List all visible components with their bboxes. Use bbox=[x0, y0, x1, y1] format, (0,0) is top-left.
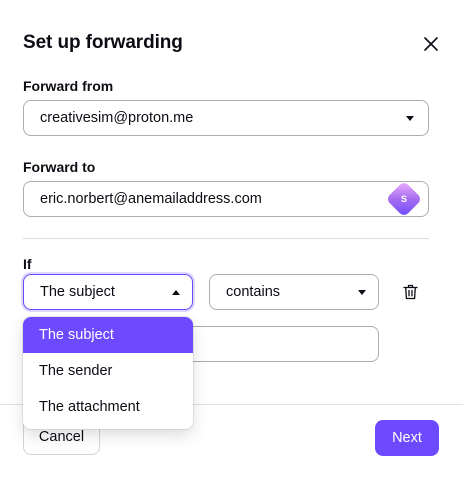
condition-operator-select[interactable]: contains bbox=[209, 274, 379, 310]
close-icon bbox=[424, 37, 438, 51]
forward-from-label: Forward from bbox=[23, 78, 114, 94]
forward-from-select[interactable]: creativesim@proton.me bbox=[23, 100, 429, 136]
dialog-title: Set up forwarding bbox=[23, 32, 183, 53]
chevron-down-icon bbox=[358, 289, 366, 295]
condition-field-dropdown: The subject The sender The attachment bbox=[23, 317, 193, 429]
chevron-down-icon bbox=[406, 115, 414, 121]
delete-condition-button[interactable] bbox=[401, 283, 419, 301]
section-divider bbox=[23, 238, 429, 239]
forward-to-label: Forward to bbox=[23, 159, 96, 175]
simplelogin-icon[interactable]: S bbox=[385, 180, 423, 218]
dropdown-option-subject[interactable]: The subject bbox=[23, 317, 193, 353]
close-button[interactable] bbox=[420, 33, 442, 55]
trash-icon bbox=[402, 284, 418, 300]
forward-from-value: creativesim@proton.me bbox=[40, 110, 194, 126]
simplelogin-letter: S bbox=[400, 193, 408, 204]
condition-field-select[interactable]: The subject bbox=[23, 274, 193, 310]
chevron-up-icon bbox=[172, 289, 180, 295]
condition-field-value: The subject bbox=[40, 284, 115, 300]
forward-to-value: eric.norbert@anemailaddress.com bbox=[40, 191, 262, 207]
dropdown-option-attachment[interactable]: The attachment bbox=[23, 389, 193, 425]
condition-label: If bbox=[23, 256, 32, 272]
condition-operator-value: contains bbox=[226, 284, 281, 300]
next-button[interactable]: Next bbox=[375, 420, 439, 456]
dropdown-option-sender[interactable]: The sender bbox=[23, 353, 193, 389]
forward-to-input[interactable]: eric.norbert@anemailaddress.com S bbox=[23, 180, 429, 218]
